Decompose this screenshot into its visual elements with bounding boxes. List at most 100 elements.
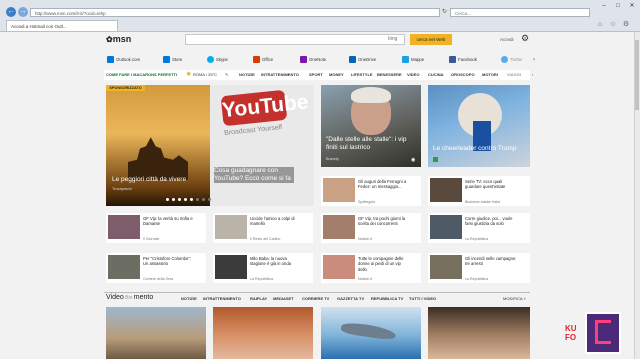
service-onedrive[interactable]: OneDrive <box>349 55 376 65</box>
hero-right2[interactable]: Le cheerleader contro Trump <box>428 85 530 167</box>
video-nav-intrattenimento[interactable]: INTRATTENIMENTO <box>203 294 241 304</box>
sun-icon: ☀ <box>186 72 192 78</box>
chevron-down-icon: ˅ <box>523 296 526 301</box>
service-maps[interactable]: Mappe <box>402 55 424 65</box>
service-twitter[interactable]: Twitter <box>501 55 523 65</box>
news-tile[interactable]: Gli incendi nelle campagne: tre arresti L… <box>428 253 530 283</box>
hero-right2-caption[interactable]: Le cheerleader contro Trump <box>433 145 528 153</box>
hero-right1-caption[interactable]: "Dalle stelle alle stalle": i vip finiti… <box>326 136 416 152</box>
news-tile[interactable]: Gli auguri della Ferragni a Fedez: un me… <box>321 176 421 206</box>
service-facebook[interactable]: Facebook <box>449 55 477 65</box>
service-onenote[interactable]: OneNote <box>300 55 326 65</box>
video-nav-mediaset[interactable]: MEDIASET <box>273 294 294 304</box>
service-outlook[interactable]: Outlook.com <box>107 55 140 65</box>
nav-benessere[interactable]: BENESSERE <box>377 70 402 80</box>
tile-title: Gli incendi nelle campagne: tre arresti <box>465 256 517 267</box>
hero-mid-caption[interactable]: Cosa guadagnare con YouTube? Ecco come s… <box>214 167 294 183</box>
tile-thumbnail <box>323 178 355 202</box>
news-tile[interactable]: Corre giudice, poi... vuole farsi giusti… <box>428 213 530 243</box>
divider <box>104 292 530 293</box>
video-nav-repubblicatv[interactable]: REPUBBLICA TV <box>371 294 403 304</box>
news-tile[interactable]: Milo Baba: la nuova stagione è già in on… <box>213 253 313 283</box>
video-thumbnail-person[interactable] <box>213 307 313 359</box>
gear-icon[interactable]: ⚙ <box>521 33 529 44</box>
watermark-text: KU FO <box>565 324 577 342</box>
scrollbar-thumb[interactable] <box>635 40 639 110</box>
home-icon[interactable]: ⌂ <box>596 21 604 29</box>
video-nav-gazzettatv[interactable]: GAZZETTA TV <box>337 294 364 304</box>
service-label: OneDrive <box>358 57 377 62</box>
video-nav-corrieretv[interactable]: CORRIERE TV <box>302 294 329 304</box>
pencil-icon[interactable]: ✎ <box>225 70 228 80</box>
browser-search-input[interactable]: Cerca... <box>450 8 590 17</box>
slideshow-dots[interactable] <box>166 198 246 201</box>
bing-search-input[interactable] <box>185 34 405 45</box>
tile-source: La Repubblica <box>465 237 488 241</box>
video-nav-raiplay[interactable]: RAIPLAY <box>250 294 267 304</box>
weather-label[interactable]: ROMA / 25°C <box>193 70 217 80</box>
news-tile[interactable]: Tutte le compagnie delle donne ai piedi … <box>321 253 421 283</box>
nav-sport[interactable]: SPORT <box>309 70 323 80</box>
maximize-icon[interactable]: □ <box>612 2 624 10</box>
video-nav-notizie[interactable]: NOTIZIE <box>181 294 197 304</box>
slide-dot[interactable] <box>184 198 187 201</box>
forward-arrow-icon[interactable]: → <box>18 7 28 17</box>
signin-link[interactable]: Accedi <box>500 35 514 44</box>
nav-oroscopo[interactable]: OROSCOPO <box>451 70 475 80</box>
search-web-button[interactable]: cerca nel Web <box>410 34 452 45</box>
address-bar[interactable]: http://www.msn.com/it-it/?ocid=iehp <box>30 8 440 17</box>
chevron-right-icon[interactable]: › <box>532 70 533 80</box>
slide-dot[interactable] <box>196 198 199 201</box>
outlook-icon <box>107 56 114 64</box>
twitter-icon <box>501 56 508 64</box>
slide-dot[interactable] <box>202 198 205 201</box>
video-thumbnail-shark[interactable] <box>321 307 421 359</box>
favorites-star-icon[interactable]: ☆ <box>609 21 617 29</box>
tile-source: Notizie.it <box>358 237 372 241</box>
news-tile[interactable]: Per "Cristoforo Colombo": Un assassino Co… <box>106 253 206 283</box>
minimize-icon[interactable]: – <box>598 2 610 10</box>
slide-dot[interactable] <box>172 198 175 201</box>
video-thumbnail-city[interactable] <box>106 307 206 359</box>
headline-link[interactable]: COME FARE I MACARONS PERFETTI <box>106 70 177 80</box>
nav-video[interactable]: VIDEO <box>407 70 419 80</box>
service-label: Mappe <box>411 57 425 62</box>
news-tile[interactable]: GF Vip: la verità su Sofia e Damante Il G… <box>106 213 206 243</box>
nav-motori[interactable]: MOTORI <box>482 70 498 80</box>
hero-left-caption[interactable]: Le peggiori città da vivere <box>112 176 204 184</box>
refresh-icon[interactable]: ↻ <box>442 8 447 17</box>
slide-dot[interactable] <box>208 198 211 201</box>
butterfly-icon: ✿ <box>106 35 113 44</box>
tile-title: Tutte le compagnie delle donne ai piedi … <box>358 256 404 272</box>
service-skype[interactable]: Skype <box>207 55 228 65</box>
hero-right1[interactable]: "Dalle stelle alle stalle": i vip finiti… <box>321 85 421 167</box>
browser-tab[interactable]: Accedi a Hotmail con Outl... <box>6 20 118 31</box>
nav-viaggi[interactable]: VIAGGI <box>507 70 521 80</box>
service-store[interactable]: Store <box>163 55 182 65</box>
video-nav-all[interactable]: TUTTI I VIDEO <box>409 294 436 304</box>
hero-slideshow[interactable]: YouTube Broadcast Yourself SPONSORIZZATO… <box>106 85 314 206</box>
msn-logo[interactable]: ✿msn <box>106 34 131 44</box>
news-tile[interactable]: GF Vip, tra pochi giorni la scelta dei c… <box>321 213 421 243</box>
slide-dot[interactable] <box>178 198 181 201</box>
news-tile[interactable]: Serie TV: ecco quali guardare quest'esta… <box>428 176 530 206</box>
modify-button[interactable]: MODIFICA ˅ <box>503 294 526 304</box>
service-office[interactable]: Office <box>253 55 273 65</box>
slide-dot[interactable] <box>166 198 169 201</box>
chevron-right-icon[interactable]: › <box>533 55 535 65</box>
settings-gear-icon[interactable]: ⚙ <box>622 21 630 29</box>
slide-dot[interactable] <box>190 198 193 201</box>
nav-notizie[interactable]: NOTIZIE <box>239 70 255 80</box>
news-tile[interactable]: Uccide l'amico a colpi di martello Il Res… <box>213 213 313 243</box>
video-section-title[interactable]: Video Bin mento <box>106 293 153 303</box>
nav-intrattenimento[interactable]: INTRATTENIMENTO <box>261 70 299 80</box>
nav-cucina[interactable]: CUCINA <box>428 70 444 80</box>
back-arrow-icon[interactable]: ← <box>6 7 16 17</box>
nav-lifestyle[interactable]: LIFESTYLE <box>351 70 373 80</box>
nav-money[interactable]: MONEY <box>329 70 344 80</box>
service-label: OneNote <box>309 57 327 62</box>
close-icon[interactable]: ✕ <box>626 2 638 10</box>
video-thumbnail-child[interactable] <box>428 307 530 359</box>
store-icon <box>163 56 170 64</box>
tile-thumbnail <box>215 255 247 279</box>
